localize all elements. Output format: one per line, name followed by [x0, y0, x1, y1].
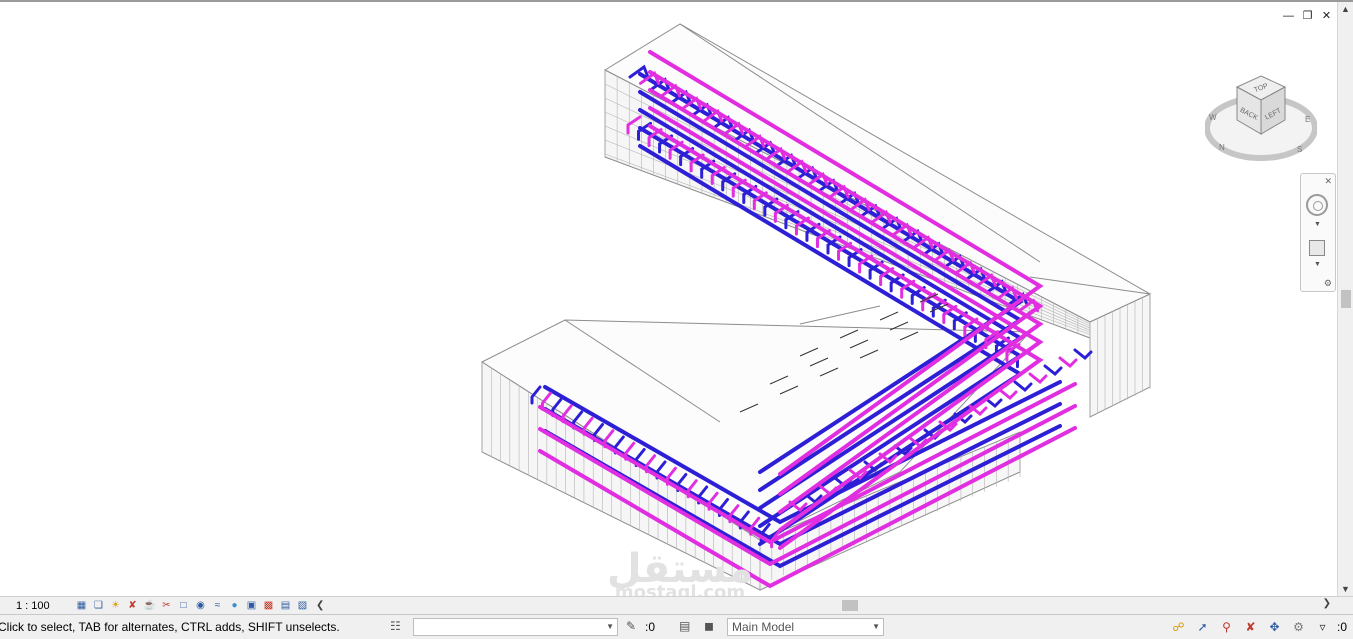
view-control-icons: ▦ ❏ ☀ ✘ ☕ ✂ □ ◉ ≈ ● ▣ ▩ ▤ ▧ ❮	[74, 599, 325, 612]
exclude-options-icon[interactable]: ◼	[704, 619, 714, 633]
select-pinned-icon[interactable]: ⚲	[1217, 618, 1236, 635]
scroll-right-icon[interactable]: ❯	[1323, 598, 1331, 609]
design-option-count: :0	[645, 620, 656, 634]
compass-s: S	[1297, 145, 1302, 154]
worksets-icon[interactable]: ☷	[390, 619, 401, 633]
view-scale[interactable]: 1 : 100	[0, 600, 52, 612]
detail-level-icon[interactable]: ▦	[74, 599, 89, 612]
zoom-dropdown-icon[interactable]: ▼	[1314, 261, 1321, 268]
filter-icon[interactable]: ▿	[1313, 618, 1332, 635]
vertical-scrollbar[interactable]: ▲ ▼	[1337, 2, 1353, 596]
temporary-hide-icon[interactable]: ◉	[193, 599, 208, 612]
steering-dropdown-icon[interactable]: ▼	[1314, 221, 1321, 228]
duct-branch	[1013, 380, 1033, 393]
selection-tools: ☍ ➚ ⚲ ✘ ✥ ⚙ ▿ :0	[1169, 618, 1347, 635]
status-bar: Click to select, TAB for alternates, CTR…	[0, 614, 1353, 639]
background-processes-icon[interactable]: ⚙	[1289, 618, 1308, 635]
compass-e: E	[1305, 115, 1310, 124]
duct-branch	[1043, 364, 1063, 377]
model-viewport[interactable]	[0, 2, 1337, 596]
zoom-region-icon[interactable]	[1309, 240, 1325, 256]
analytical-model-icon[interactable]: ▧	[295, 599, 310, 612]
viewcube[interactable]: TOP BACK LEFT N W S E	[1205, 72, 1317, 164]
worksharing-display-icon[interactable]: ▤	[278, 599, 293, 612]
navbar-close-icon[interactable]: ✕	[1324, 176, 1332, 187]
reveal-hidden-icon[interactable]: ≈	[210, 599, 225, 612]
status-message: Click to select, TAB for alternates, CTR…	[0, 620, 340, 634]
worksets-dropdown[interactable]: ▼	[413, 618, 618, 636]
compass-w: W	[1209, 113, 1217, 122]
editable-only-icon[interactable]: ✎	[626, 619, 636, 633]
filter-count: :0	[1336, 619, 1347, 634]
drag-on-selection-icon[interactable]: ✥	[1265, 618, 1284, 635]
shadows-icon[interactable]: ✘	[125, 599, 140, 612]
select-links-icon[interactable]: ☍	[1169, 618, 1188, 635]
navbar-options-icon[interactable]: ⚙	[1324, 278, 1332, 289]
horizontal-scroll-thumb[interactable]	[842, 600, 858, 611]
design-options-icon[interactable]: ▤	[679, 619, 690, 633]
duct-branch	[1058, 356, 1078, 369]
scroll-down-icon[interactable]: ▼	[1341, 584, 1350, 594]
scroll-up-icon[interactable]: ▲	[1341, 4, 1350, 14]
steering-wheel-icon[interactable]	[1306, 194, 1328, 216]
scroll-left-icon[interactable]: ❮	[316, 600, 324, 611]
select-underlay-icon[interactable]: ➚	[1193, 618, 1212, 635]
courtyard-fixture	[879, 311, 899, 321]
view-control-bar: 1 : 100 ▦ ❏ ☀ ✘ ☕ ✂ □ ◉ ≈ ● ▣ ▩ ▤ ▧ ❮ ❯	[0, 596, 1353, 614]
select-by-face-icon[interactable]: ✘	[1241, 618, 1260, 635]
reveal-constraints-icon[interactable]: ▩	[261, 599, 276, 612]
main-model-label: Main Model	[732, 620, 795, 634]
chevron-down-icon: ▼	[606, 622, 614, 631]
render-icon[interactable]: ☕	[142, 599, 157, 612]
chevron-down-icon: ▼	[872, 622, 880, 631]
duct-branch	[1028, 372, 1048, 385]
navigation-bar: ✕ ▼ ▼ ⚙	[1300, 173, 1336, 292]
highlight-displacement-icon[interactable]: ▣	[244, 599, 259, 612]
compass-n: N	[1219, 143, 1225, 152]
temporary-view-properties-icon[interactable]: ●	[227, 599, 242, 612]
duct-branch	[1073, 348, 1093, 361]
duct-branch	[998, 388, 1018, 401]
scroll-thumb[interactable]	[1341, 290, 1351, 308]
show-crop-icon[interactable]: □	[176, 599, 191, 612]
crop-view-icon[interactable]: ✂	[159, 599, 174, 612]
main-model-dropdown[interactable]: Main Model ▼	[727, 618, 884, 636]
visual-style-icon[interactable]: ❏	[91, 599, 106, 612]
sun-path-icon[interactable]: ☀	[108, 599, 123, 612]
